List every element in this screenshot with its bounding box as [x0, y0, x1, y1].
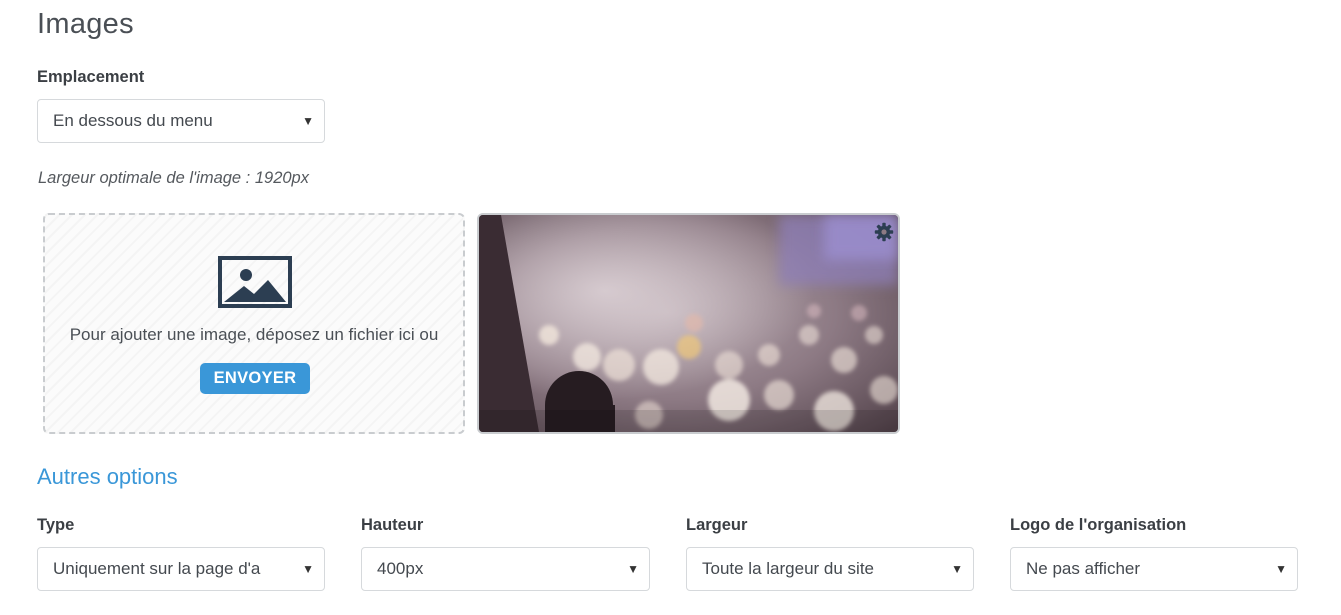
- width-select-value: Toute la largeur du site: [702, 559, 874, 578]
- type-select-value: Uniquement sur la page d'a: [53, 559, 261, 578]
- chevron-down-icon: ▼: [951, 562, 963, 576]
- chevron-down-icon: ▼: [1275, 562, 1287, 576]
- image-width-hint: Largeur optimale de l'image : 1920px: [38, 169, 309, 187]
- chevron-down-icon: ▼: [627, 562, 639, 576]
- height-select[interactable]: 400px ▼: [361, 547, 650, 591]
- image-preview[interactable]: [477, 213, 900, 434]
- dropzone-text: Pour ajouter une image, déposez un fichi…: [69, 325, 439, 344]
- height-select-value: 400px: [377, 559, 424, 578]
- placement-label: Emplacement: [37, 68, 145, 86]
- width-select[interactable]: Toute la largeur du site ▼: [686, 547, 974, 591]
- other-options-title: Autres options: [37, 464, 178, 489]
- chevron-down-icon: ▼: [302, 562, 314, 576]
- chevron-down-icon: ▼: [302, 114, 314, 128]
- placement-select[interactable]: En dessous du menu ▼: [37, 99, 325, 143]
- images-settings-page: Images Emplacement En dessous du menu ▼ …: [0, 0, 1341, 615]
- gear-icon[interactable]: [874, 222, 894, 242]
- organization-logo-select[interactable]: Ne pas afficher ▼: [1010, 547, 1298, 591]
- type-label: Type: [37, 516, 75, 534]
- preview-photo: [479, 215, 898, 432]
- page-title: Images: [37, 8, 134, 40]
- type-select[interactable]: Uniquement sur la page d'a ▼: [37, 547, 325, 591]
- organization-logo-select-value: Ne pas afficher: [1026, 559, 1141, 578]
- upload-button[interactable]: ENVOYER: [200, 363, 310, 394]
- image-icon: [218, 256, 292, 308]
- organization-logo-label: Logo de l'organisation: [1010, 516, 1187, 534]
- image-dropzone[interactable]: Pour ajouter une image, déposez un fichi…: [43, 213, 465, 434]
- width-label: Largeur: [686, 516, 748, 534]
- placement-select-value: En dessous du menu: [53, 111, 213, 130]
- height-label: Hauteur: [361, 516, 424, 534]
